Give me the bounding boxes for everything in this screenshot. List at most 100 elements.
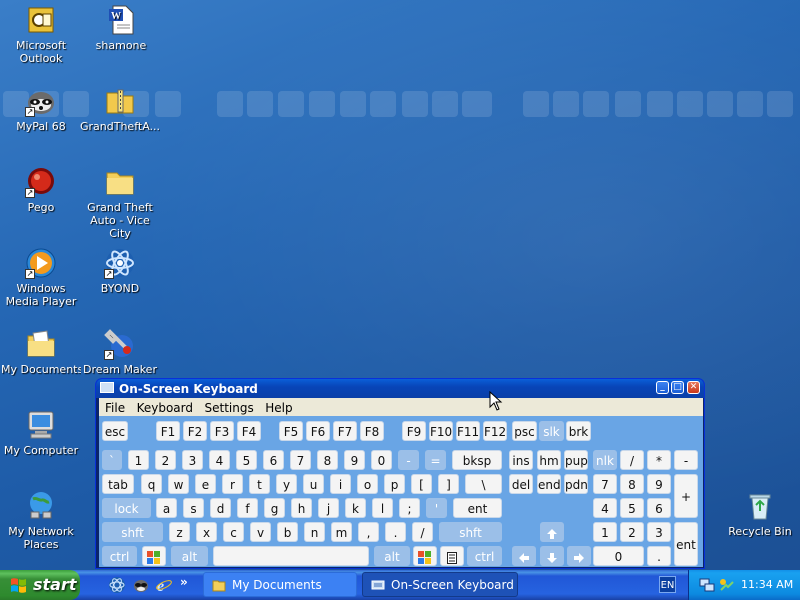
network-icon[interactable] xyxy=(699,577,715,593)
quicklaunch-internet-explorer[interactable]: e xyxy=(155,576,173,595)
quicklaunch-mypal[interactable] xyxy=(132,576,150,594)
key-slash[interactable]: / xyxy=(412,522,433,542)
key-1[interactable]: 1 xyxy=(128,450,149,470)
key-8[interactable]: 8 xyxy=(317,450,338,470)
key-num-minus[interactable]: - xyxy=(674,450,698,470)
key-7[interactable]: 7 xyxy=(290,450,311,470)
key-page-down[interactable]: pdn xyxy=(564,474,588,494)
key-left-bracket[interactable]: [ xyxy=(411,474,432,494)
desktop-icon-my-network-places[interactable]: My Network Places xyxy=(1,490,81,551)
desktop-icon-dream-maker[interactable]: ↗ Dream Maker xyxy=(80,328,160,376)
desktop-icon-mypal[interactable]: ↗ MyPal 68 xyxy=(1,85,81,133)
key-space[interactable] xyxy=(213,546,369,566)
key-right-ctrl[interactable]: ctrl xyxy=(467,546,502,566)
key-brk[interactable]: brk xyxy=(566,421,591,441)
key-page-up[interactable]: pup xyxy=(564,450,588,470)
key-num-3[interactable]: 3 xyxy=(647,522,671,542)
window-title-bar[interactable]: On-Screen Keyboard _ □ ✕ xyxy=(96,379,704,398)
key-f4[interactable]: F4 xyxy=(237,421,261,441)
key-6[interactable]: 6 xyxy=(263,450,284,470)
on-screen-keyboard-window[interactable]: On-Screen Keyboard _ □ ✕ File Keyboard S… xyxy=(95,378,705,569)
clock[interactable]: 11:34 AM xyxy=(741,578,793,591)
key-num-enter[interactable]: ent xyxy=(674,522,698,566)
menu-settings[interactable]: Settings xyxy=(199,398,254,415)
key-f7[interactable]: F7 xyxy=(333,421,357,441)
quicklaunch-more-button[interactable]: » xyxy=(180,575,188,589)
key-tab[interactable]: tab xyxy=(102,474,134,494)
key-esc[interactable]: esc xyxy=(102,421,128,441)
key-e[interactable]: e xyxy=(195,474,216,494)
key-backtick[interactable]: ` xyxy=(102,450,122,470)
key-num-lock[interactable]: nlk xyxy=(593,450,617,470)
language-indicator[interactable]: EN xyxy=(659,576,676,593)
key-q[interactable]: q xyxy=(141,474,162,494)
key-j[interactable]: j xyxy=(318,498,339,518)
key-0[interactable]: 0 xyxy=(371,450,392,470)
key-f2[interactable]: F2 xyxy=(183,421,207,441)
desktop-icon-gta-vice-city[interactable]: Grand Theft Auto - Vice City xyxy=(80,166,160,240)
menu-help[interactable]: Help xyxy=(259,398,292,415)
key-i[interactable]: i xyxy=(330,474,351,494)
desktop-icon-my-computer[interactable]: My Computer xyxy=(1,409,81,457)
key-ins[interactable]: ins xyxy=(509,450,533,470)
key-f5[interactable]: F5 xyxy=(279,421,303,441)
key-home[interactable]: hm xyxy=(537,450,561,470)
key-z[interactable]: z xyxy=(169,522,190,542)
key-right-bracket[interactable]: ] xyxy=(438,474,459,494)
key-g[interactable]: g xyxy=(264,498,285,518)
key-num-decimal[interactable]: . xyxy=(647,546,671,566)
key-backslash[interactable]: \ xyxy=(465,474,502,494)
key-semicolon[interactable]: ; xyxy=(399,498,420,518)
key-comma[interactable]: , xyxy=(358,522,379,542)
taskbar-button-on-screen-keyboard[interactable]: On-Screen Keyboard xyxy=(362,572,518,597)
key-3[interactable]: 3 xyxy=(182,450,203,470)
menu-file[interactable]: File xyxy=(99,398,125,415)
key-u[interactable]: u xyxy=(303,474,324,494)
key-h[interactable]: h xyxy=(291,498,312,518)
key-left-alt[interactable]: alt xyxy=(171,546,208,566)
key-backspace[interactable]: bksp xyxy=(452,450,502,470)
key-num-6[interactable]: 6 xyxy=(647,498,671,518)
taskbar-button-my-documents[interactable]: My Documents xyxy=(203,572,357,597)
key-right-shift[interactable]: shft xyxy=(439,522,502,542)
key-y[interactable]: y xyxy=(276,474,297,494)
key-num-multiply[interactable]: * xyxy=(647,450,671,470)
key-s[interactable]: s xyxy=(183,498,204,518)
key-p[interactable]: p xyxy=(384,474,405,494)
key-right-windows[interactable] xyxy=(413,546,437,566)
key-num-divide[interactable]: / xyxy=(620,450,644,470)
key-left-ctrl[interactable]: ctrl xyxy=(102,546,137,566)
key-num-plus[interactable]: + xyxy=(674,474,698,518)
minimize-button[interactable]: _ xyxy=(656,381,669,394)
key-f[interactable]: f xyxy=(237,498,258,518)
key-5[interactable]: 5 xyxy=(236,450,257,470)
key-num-8[interactable]: 8 xyxy=(620,474,644,494)
key-num-5[interactable]: 5 xyxy=(620,498,644,518)
key-psc[interactable]: psc xyxy=(512,421,537,441)
key-right-alt[interactable]: alt xyxy=(374,546,410,566)
key-r[interactable]: r xyxy=(222,474,243,494)
desktop-icon-shamone[interactable]: W shamone xyxy=(81,4,161,52)
key-f12[interactable]: F12 xyxy=(483,421,507,441)
desktop-icon-my-documents[interactable]: My Documents xyxy=(1,328,81,376)
key-b[interactable]: b xyxy=(277,522,298,542)
desktop-icon-byond[interactable]: ↗ BYOND xyxy=(80,247,160,295)
key-num-7[interactable]: 7 xyxy=(593,474,617,494)
key-num-2[interactable]: 2 xyxy=(620,522,644,542)
quicklaunch-byond[interactable] xyxy=(108,576,126,594)
desktop-icon-grandtheft-zip[interactable]: GrandTheftA... xyxy=(80,85,160,133)
key-9[interactable]: 9 xyxy=(344,450,365,470)
key-w[interactable]: w xyxy=(168,474,189,494)
key-menu[interactable] xyxy=(440,546,464,566)
key-x[interactable]: x xyxy=(196,522,217,542)
desktop-icon-outlook[interactable]: Microsoft Outlook xyxy=(1,4,81,65)
desktop-icon-pego[interactable]: ↗ Pego xyxy=(1,166,81,214)
key-enter[interactable]: ent xyxy=(453,498,502,518)
menu-keyboard[interactable]: Keyboard xyxy=(131,398,193,415)
key-2[interactable]: 2 xyxy=(155,450,176,470)
key-f3[interactable]: F3 xyxy=(210,421,234,441)
key-slk[interactable]: slk xyxy=(539,421,564,441)
start-button[interactable]: start xyxy=(0,570,80,600)
key-num-4[interactable]: 4 xyxy=(593,498,617,518)
key-num-9[interactable]: 9 xyxy=(647,474,671,494)
